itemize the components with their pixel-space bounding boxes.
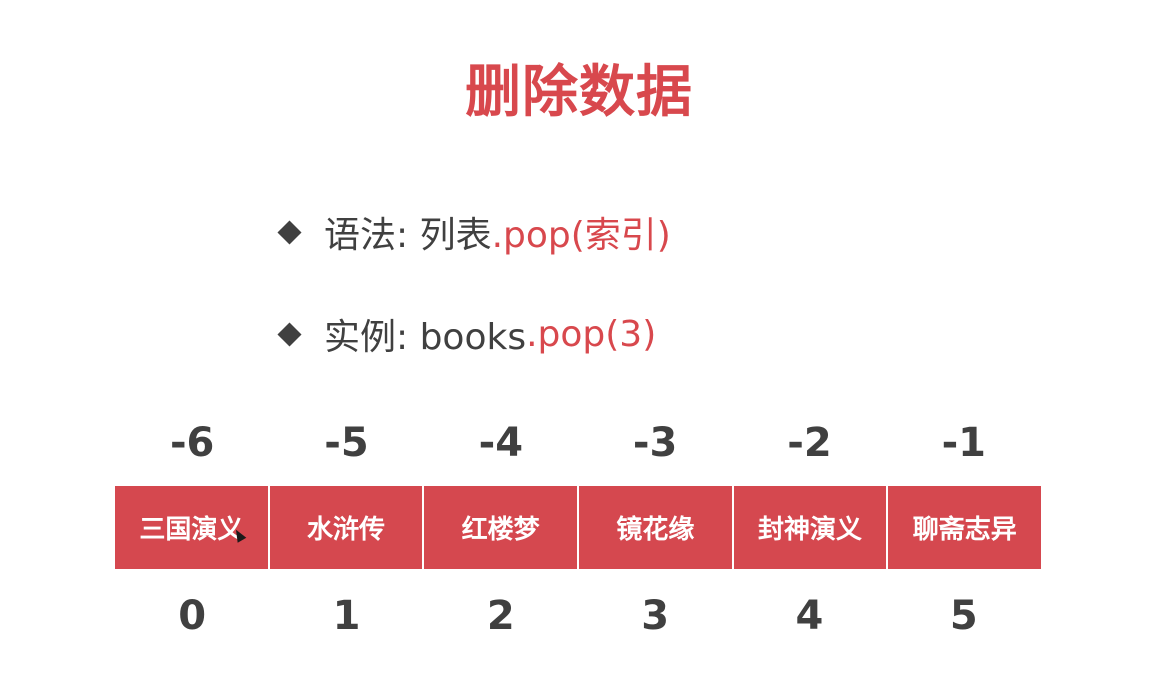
positive-index-label: 0 (178, 593, 207, 639)
syntax-bullet: 语法: 列表 .pop(索引) (276, 207, 671, 257)
positive-index-label: 1 (332, 593, 361, 639)
syntax-prefix: 语法: 列表 (324, 215, 492, 256)
positive-index-label: 5 (949, 593, 978, 639)
slide-title: 删除数据 (465, 60, 693, 125)
negative-index-label: -2 (787, 420, 832, 466)
example-prefix: 实例: books (324, 317, 527, 358)
positive-index-label: 2 (486, 593, 515, 639)
negative-index-label: -1 (941, 420, 987, 466)
list-boxes: 三国演义 水浒传 红楼梦 镜花缘 封神演义 聊斋志异 (115, 486, 1042, 569)
diamond-bullet-icon (277, 219, 302, 245)
example-highlight: .pop(3) (526, 313, 657, 355)
positive-index-label: 4 (795, 593, 824, 639)
negative-index-label: -4 (478, 420, 524, 466)
negative-index-row: -6 -5 -4 -3 -2 -1 (115, 415, 1041, 471)
syntax-highlight: .pop(索引) (491, 215, 671, 256)
list-item-box: 封神演义 (733, 486, 889, 569)
list-item-box: 三国演义 (115, 486, 270, 569)
example-bullet: 实例: books .pop(3) (276, 309, 656, 359)
list-item-box: 镜花缘 (579, 486, 734, 569)
positive-index-label: 3 (641, 593, 670, 639)
list-item-box: 红楼梦 (424, 486, 580, 569)
diamond-bullet-icon (277, 321, 302, 347)
negative-index-label: -5 (324, 420, 369, 466)
negative-index-label: -3 (632, 420, 678, 466)
negative-index-label: -6 (169, 420, 215, 466)
list-item-box: 聊斋志异 (888, 486, 1042, 569)
positive-index-row: 0 1 2 3 4 5 (115, 588, 1041, 644)
slide: 删除数据 语法: 列表 .pop(索引) 实例: books .pop(3) -6 … (0, 0, 1168, 693)
list-item-box: 水浒传 (269, 486, 425, 569)
